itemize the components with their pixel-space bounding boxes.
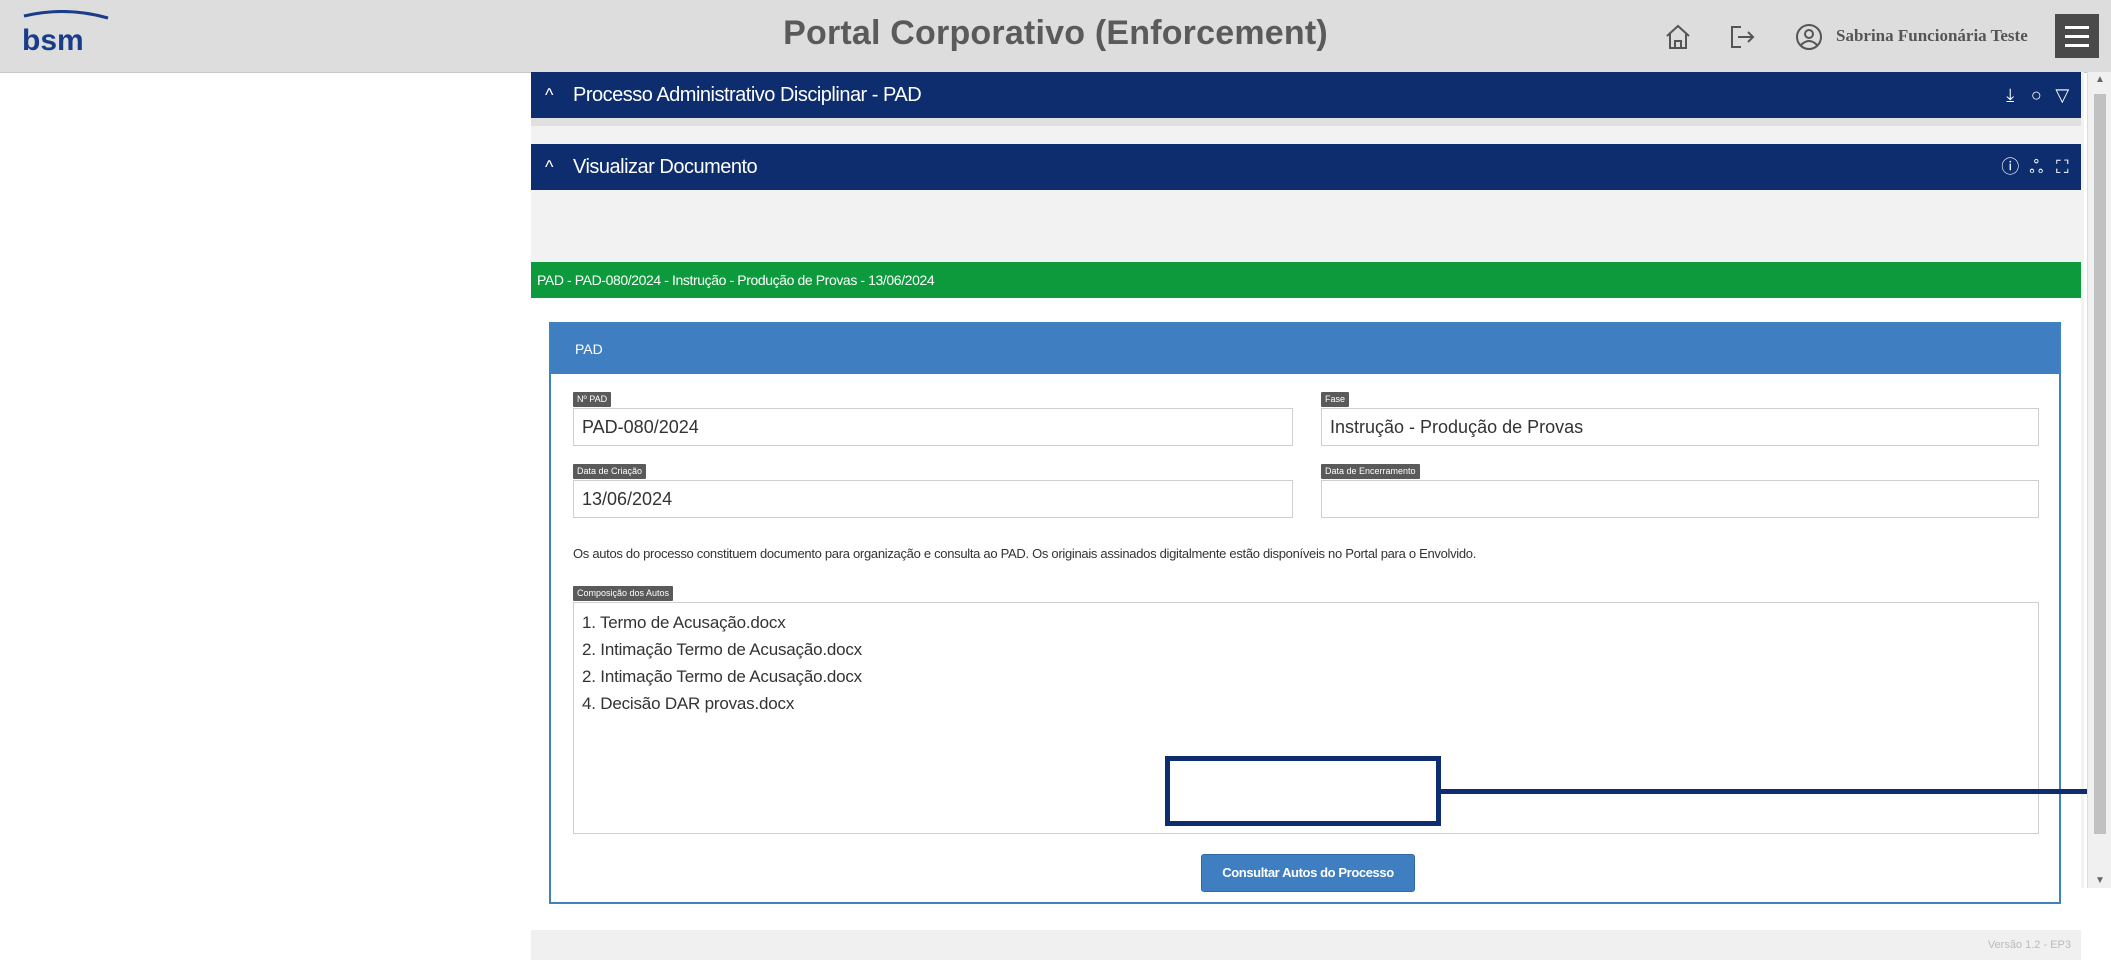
list-item: 2. Intimação Termo de Acusação.docx (582, 667, 862, 686)
num-pad-label: Nº PAD (573, 392, 612, 407)
refresh-icon[interactable]: ○ (2027, 72, 2045, 118)
home-icon[interactable] (1663, 22, 1693, 52)
callout-line (1440, 789, 2111, 794)
download-icon[interactable]: ⤓ (2001, 72, 2019, 118)
list-item: 2. Intimação Termo de Acusação.docx (582, 640, 862, 659)
version-label: Versão 1.2 - EP3 (531, 930, 2081, 960)
fase-label: Fase (1321, 392, 1350, 407)
pad-panel-header[interactable]: ^ Processo Administrativo Disciplinar - P… (531, 72, 2081, 118)
scroll-down-icon[interactable]: ▼ (2088, 875, 2111, 886)
data-encerramento-field[interactable] (1321, 480, 2039, 518)
composicao-label: Composição dos Autos (573, 586, 674, 601)
fullscreen-icon[interactable]: ⛶ (2053, 144, 2071, 190)
collapse-icon[interactable]: ^ (545, 144, 573, 190)
filter-icon[interactable]: ▽ (2053, 72, 2071, 118)
pad-panel-actions: ⤓ ○ ▽ (2001, 72, 2071, 118)
consult-autos-button[interactable]: Consultar Autos do Processo (1201, 854, 1415, 892)
data-criacao-field[interactable]: 13/06/2024 (573, 480, 1293, 518)
document-panel-title: Visualizar Documento (573, 156, 758, 178)
menu-bar (2065, 34, 2089, 38)
data-criacao-label: Data de Criação (573, 464, 647, 479)
list-item: 4. Decisão DAR provas.docx (582, 694, 795, 713)
scroll-up-icon[interactable]: ▲ (2088, 74, 2111, 85)
panel-divider (531, 118, 2081, 126)
document-panel-header[interactable]: ^ Visualizar Documento ⓘ ஃ ⛶ (531, 144, 2081, 190)
fase-field[interactable]: Instrução - Produção de Provas (1321, 408, 2039, 446)
num-pad-field[interactable]: PAD-080/2024 (573, 408, 1293, 446)
highlight-box (1165, 756, 1441, 826)
menu-bar (2065, 43, 2089, 47)
data-encerramento-label: Data de Encerramento (1321, 464, 1420, 479)
list-item: 1. Termo de Acusação.docx (582, 613, 786, 632)
share-icon[interactable]: ஃ (2027, 144, 2045, 190)
logout-icon[interactable] (1727, 22, 1757, 52)
top-header: bsm Portal Corporativo (Enforcement) Sab… (0, 0, 2111, 73)
user-icon[interactable] (1794, 22, 1824, 52)
pad-card-title: PAD (551, 324, 2059, 374)
pad-panel-title: Processo Administrativo Disciplinar - PA… (573, 84, 922, 106)
document-panel-actions: ⓘ ஃ ⛶ (2001, 144, 2071, 190)
info-icon[interactable]: ⓘ (2001, 144, 2019, 190)
collapse-icon[interactable]: ^ (545, 72, 573, 118)
document-breadcrumb: PAD - PAD-080/2024 - Instrução - Produçã… (531, 262, 2081, 298)
scroll-thumb[interactable] (2094, 94, 2106, 834)
user-name[interactable]: Sabrina Funcionária Teste (1836, 26, 2028, 46)
scrollbar[interactable]: ▲ ▼ (2087, 72, 2111, 888)
info-text: Os autos do processo constituem document… (573, 546, 1477, 561)
menu-bar (2065, 25, 2089, 29)
menu-icon[interactable] (2055, 14, 2099, 58)
document-area: PAD Nº PAD PAD-080/2024 Fase Instrução -… (531, 298, 2081, 930)
